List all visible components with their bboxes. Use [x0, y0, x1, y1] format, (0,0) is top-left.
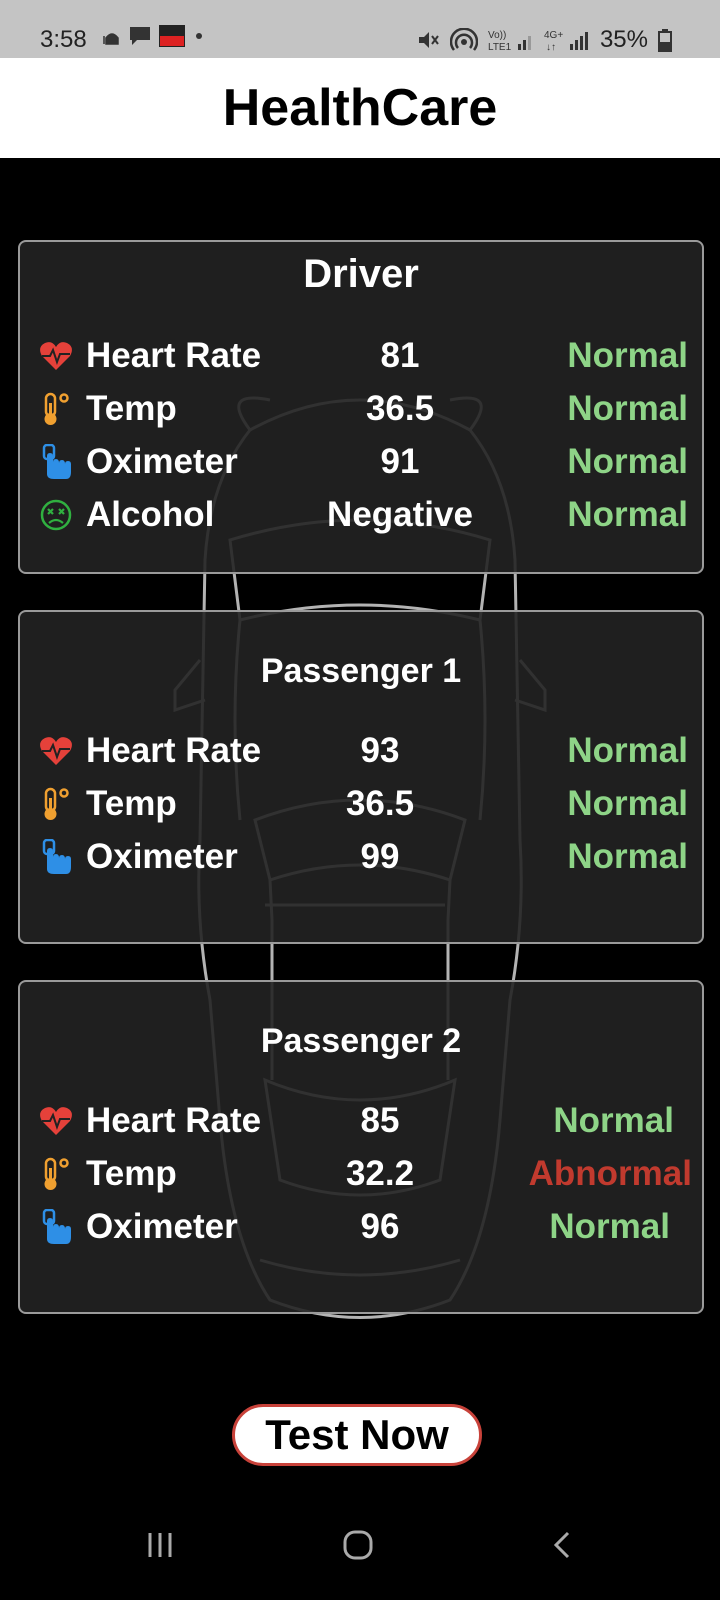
thermometer-icon: [44, 1157, 69, 1190]
oximeter-icon: [42, 1209, 71, 1244]
metric-status: Normal: [567, 784, 688, 823]
oximeter-icon: [42, 839, 71, 874]
recents-icon[interactable]: [145, 1530, 175, 1560]
metric-value: 85: [360, 1101, 400, 1140]
metric-label: Alcohol: [86, 495, 215, 534]
app-header: HealthCare: [0, 58, 720, 158]
dot-icon: [196, 33, 202, 39]
passenger-2-card: Passenger 2 Heart Rate 85 Normal Temp 32…: [18, 980, 704, 1314]
metric-label: Heart Rate: [86, 731, 262, 770]
battery-percent: 35%: [599, 26, 648, 53]
svg-text:Vo)): Vo)): [488, 30, 506, 41]
mosque-icon: [103, 33, 119, 45]
metric-row-heart-rate: Heart Rate 93 Normal: [20, 727, 702, 777]
metric-status: Normal: [567, 389, 688, 428]
card-title: Passenger 2: [260, 1022, 462, 1060]
heart-rate-icon: [40, 737, 72, 765]
metric-status: Normal: [567, 837, 688, 876]
metric-value: 91: [380, 442, 420, 481]
metric-value: 36.5: [365, 389, 435, 428]
metric-value: 81: [380, 336, 420, 375]
4g-signal-icon: 4G+↓↑: [544, 30, 588, 52]
thermometer-icon: [44, 787, 69, 820]
test-now-button[interactable]: Test Now: [232, 1404, 482, 1466]
system-nav-bar: [0, 1510, 720, 1600]
message-icon: [130, 27, 150, 45]
metric-label: Oximeter: [86, 837, 238, 876]
back-icon[interactable]: [550, 1530, 576, 1560]
heart-rate-icon: [40, 1107, 72, 1135]
metric-row-heart-rate: Heart Rate 81 Normal: [20, 332, 702, 382]
metric-status: Normal: [549, 1207, 670, 1246]
metric-label: Oximeter: [86, 442, 238, 481]
metric-row-temp: Temp 36.5 Normal: [20, 385, 702, 435]
metric-status: Normal: [567, 495, 688, 534]
alcohol-face-icon: [40, 499, 72, 531]
metric-label: Temp: [86, 389, 177, 428]
card-title: Passenger 1: [260, 652, 462, 690]
status-bar: 3:58 Vo)) LTE1 4G+ ↓↑ 35%: [0, 0, 720, 58]
svg-text:4G+: 4G+: [544, 30, 563, 41]
svg-text:LTE1: LTE1: [488, 42, 512, 52]
oximeter-icon: [42, 444, 71, 479]
app-title: HealthCare: [222, 79, 498, 137]
metric-status: Normal: [567, 442, 688, 481]
metric-row-alcohol: Alcohol Negative Normal: [20, 491, 702, 541]
metric-row-temp: Temp 32.2 Abnormal: [20, 1150, 702, 1200]
metric-row-oximeter: Oximeter 96 Normal: [20, 1203, 702, 1253]
card-title: Driver: [303, 252, 419, 296]
volte-signal-icon: Vo))LTE1: [488, 30, 531, 52]
metric-status: Normal: [567, 731, 688, 770]
battery-icon: [658, 29, 672, 52]
mute-icon: [418, 32, 439, 48]
metric-value: 32.2: [345, 1154, 415, 1193]
metric-label: Temp: [86, 784, 177, 823]
metric-value: Negative: [327, 495, 473, 534]
status-time: 3:58: [40, 26, 87, 53]
metric-row-oximeter: Oximeter 99 Normal: [20, 833, 702, 883]
svg-text:↓↑: ↓↑: [546, 42, 556, 52]
metric-status: Normal: [567, 336, 688, 375]
driver-card: Driver Heart Rate 81 Normal Temp 36.5 No…: [18, 240, 704, 574]
notification-icons: [102, 24, 206, 48]
metric-value: 93: [360, 731, 400, 770]
metric-row-oximeter: Oximeter 91 Normal: [20, 438, 702, 488]
metric-value: 99: [360, 837, 400, 876]
metric-label: Heart Rate: [86, 336, 262, 375]
app-thumbnail-icon: [159, 25, 185, 47]
metric-label: Heart Rate: [86, 1101, 262, 1140]
home-icon[interactable]: [342, 1530, 376, 1560]
heart-rate-icon: [40, 342, 72, 370]
passenger-1-card: Passenger 1 Heart Rate 93 Normal Temp 36…: [18, 610, 704, 944]
metric-status: Normal: [553, 1101, 674, 1140]
system-icons: Vo)) LTE1 4G+ ↓↑ 35%: [416, 26, 672, 54]
metric-row-temp: Temp 36.5 Normal: [20, 780, 702, 830]
metric-label: Oximeter: [86, 1207, 238, 1246]
hotspot-icon: [449, 28, 478, 51]
metric-label: Temp: [86, 1154, 177, 1193]
metric-row-heart-rate: Heart Rate 85 Normal: [20, 1097, 702, 1147]
metric-status: Abnormal: [528, 1154, 692, 1193]
thermometer-icon: [44, 392, 69, 425]
metric-value: 36.5: [345, 784, 415, 823]
metric-value: 96: [360, 1207, 400, 1246]
